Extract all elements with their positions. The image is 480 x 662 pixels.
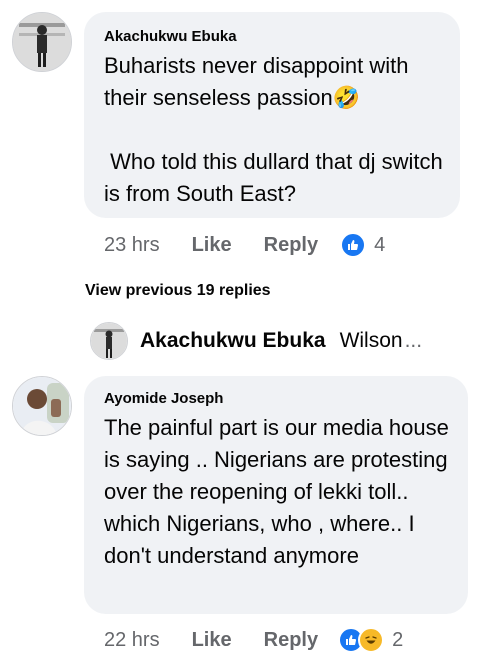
comment-time[interactable]: 23 hrs — [104, 234, 160, 257]
reply-button[interactable]: Reply — [264, 234, 318, 257]
haha-icon — [358, 627, 385, 653]
reaction-count: 2 — [392, 628, 404, 651]
comment-actions: 22 hrs Like Reply 2 — [104, 625, 403, 655]
like-button[interactable]: Like — [192, 629, 232, 652]
reaction-summary[interactable] — [340, 232, 367, 258]
comment-author[interactable]: Akachukwu Ebuka — [104, 28, 237, 45]
reply-preview-row[interactable]: Akachukwu Ebuka Wilson ... — [90, 322, 422, 360]
reply-preview-ellipsis: ... — [404, 329, 423, 352]
reaction-count: 4 — [374, 233, 386, 256]
like-button[interactable]: Like — [192, 234, 232, 257]
reaction-summary[interactable] — [338, 627, 385, 653]
avatar-ayomide[interactable] — [12, 376, 72, 436]
comment-actions: 23 hrs Like Reply 4 — [104, 230, 385, 260]
comment-text: The painful part is our media house is s… — [104, 415, 455, 568]
reply-author[interactable]: Akachukwu Ebuka — [140, 329, 326, 353]
comment-bubble: Akachukwu Ebuka Buharists never disappoi… — [84, 12, 460, 218]
comment-bubble: Ayomide Joseph The painful part is our m… — [84, 376, 468, 614]
reply-button[interactable]: Reply — [264, 629, 318, 652]
reply-preview-text: Wilson — [339, 329, 403, 352]
comment-time[interactable]: 22 hrs — [104, 629, 160, 652]
view-previous-replies-link[interactable]: View previous 19 replies — [85, 282, 271, 300]
like-icon — [340, 232, 367, 258]
comment-text: Buharists never disappoint with their se… — [104, 53, 443, 206]
reply-avatar[interactable] — [90, 322, 128, 360]
comment-author[interactable]: Ayomide Joseph — [104, 390, 223, 407]
avatar-akachukwu[interactable] — [12, 12, 72, 72]
